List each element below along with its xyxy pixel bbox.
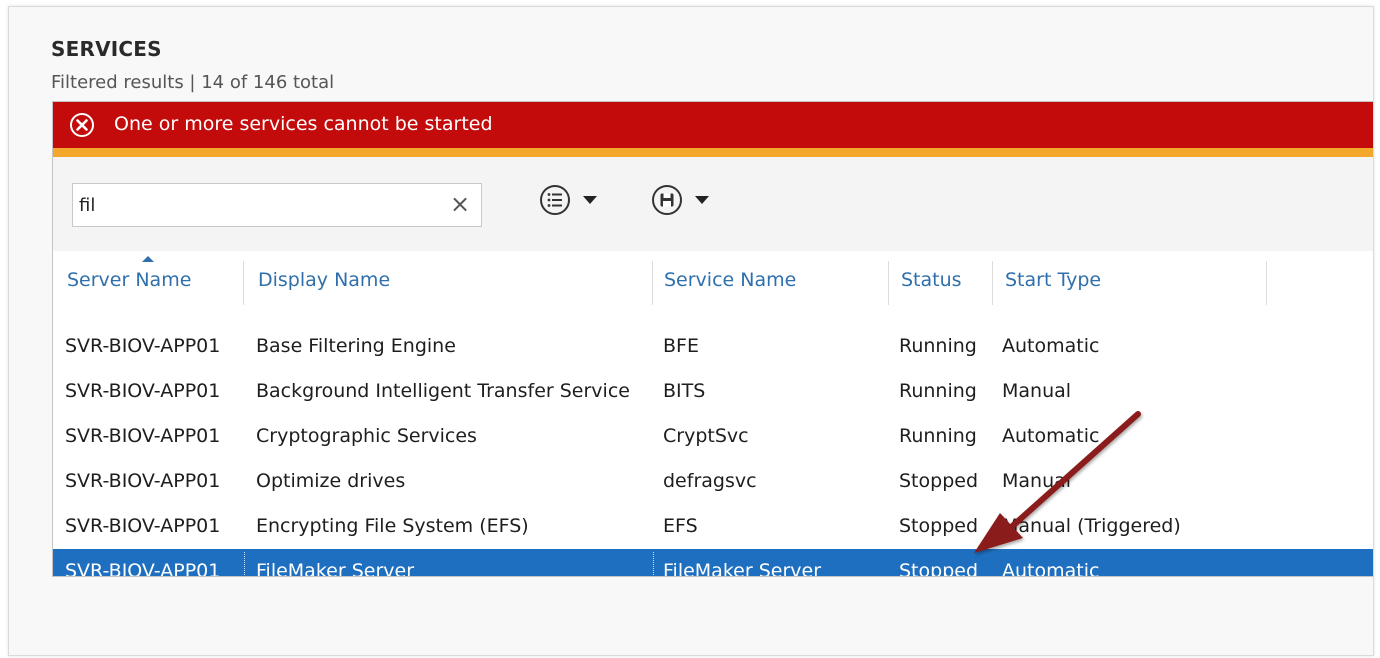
cell-display-name: Base Filtering Engine (256, 335, 456, 357)
filter-box: × (72, 183, 482, 227)
save-options-button[interactable] (650, 181, 720, 219)
table-row[interactable]: SVR-BIOV-APP01 Encrypting File System (E… (53, 504, 1373, 549)
column-header-start-type[interactable]: Start Type (1005, 259, 1101, 301)
view-options-button[interactable] (538, 181, 608, 219)
table-header: Server Name Display Name Service Name St… (53, 251, 1373, 311)
column-divider[interactable] (1266, 261, 1267, 305)
cell-service-name: CryptSvc (663, 425, 749, 447)
table-row[interactable]: SVR-BIOV-APP01 Cryptographic Services Cr… (53, 414, 1373, 459)
warning-stripe (53, 148, 1373, 157)
table-row-selected[interactable]: SVR-BIOV-APP01 FileMaker Server FileMake… (53, 549, 1373, 577)
focus-outline (244, 552, 245, 576)
cell-start-type: Manual (Triggered) (1002, 515, 1181, 537)
column-header-status[interactable]: Status (901, 259, 962, 301)
cell-server-name: SVR-BIOV-APP01 (65, 425, 221, 447)
column-header-service-name[interactable]: Service Name (664, 259, 796, 301)
cell-status: Running (899, 335, 977, 357)
cell-start-type: Automatic (1002, 560, 1100, 577)
clear-filter-icon[interactable]: × (449, 191, 471, 217)
cell-service-name: BITS (663, 380, 706, 402)
chevron-down-icon (695, 196, 709, 204)
filter-input[interactable] (73, 184, 443, 226)
cell-server-name: SVR-BIOV-APP01 (65, 515, 221, 537)
error-message: One or more services cannot be started (114, 113, 493, 135)
cell-start-type: Automatic (1002, 335, 1100, 357)
cell-server-name: SVR-BIOV-APP01 (65, 560, 221, 577)
error-banner[interactable]: One or more services cannot be started (53, 102, 1373, 148)
cell-status: Stopped (899, 515, 979, 537)
column-divider[interactable] (888, 261, 889, 305)
error-circle-x-icon (69, 112, 95, 138)
cell-display-name: FileMaker Server (256, 560, 415, 577)
cell-display-name: Optimize drives (256, 470, 406, 492)
list-icon (540, 185, 570, 215)
results-count: Filtered results | 14 of 146 total (51, 72, 335, 93)
table-row[interactable]: SVR-BIOV-APP01 Optimize drives defragsvc… (53, 459, 1373, 504)
services-panel: One or more services cannot be started × (52, 101, 1373, 577)
cell-server-name: SVR-BIOV-APP01 (65, 380, 221, 402)
table-row[interactable]: SVR-BIOV-APP01 Base Filtering Engine BFE… (53, 324, 1373, 369)
column-divider[interactable] (652, 261, 653, 305)
cell-start-type: Manual (1002, 470, 1072, 492)
table-row[interactable]: SVR-BIOV-APP01 Background Intelligent Tr… (53, 369, 1373, 414)
column-header-display-name[interactable]: Display Name (258, 259, 390, 301)
cell-display-name: Cryptographic Services (256, 425, 477, 447)
cell-status: Stopped (899, 560, 979, 577)
page-title: SERVICES (51, 37, 162, 61)
column-divider[interactable] (243, 261, 244, 305)
cell-status: Running (899, 380, 977, 402)
cell-status: Running (899, 425, 977, 447)
services-window: SERVICES Filtered results | 14 of 146 to… (8, 6, 1374, 656)
save-icon (652, 185, 682, 215)
cell-server-name: SVR-BIOV-APP01 (65, 335, 221, 357)
cell-service-name: defragsvc (663, 470, 757, 492)
cell-display-name: Background Intelligent Transfer Service (256, 380, 630, 402)
cell-start-type: Automatic (1002, 425, 1100, 447)
cell-start-type: Manual (1002, 380, 1072, 402)
chevron-down-icon (583, 196, 597, 204)
focus-outline (653, 552, 654, 576)
column-header-server-name[interactable]: Server Name (67, 259, 191, 301)
cell-server-name: SVR-BIOV-APP01 (65, 470, 221, 492)
cell-display-name: Encrypting File System (EFS) (256, 515, 529, 537)
cell-service-name: FileMaker Server (663, 560, 822, 577)
toolbar: × (53, 157, 1373, 251)
column-divider[interactable] (992, 261, 993, 305)
cell-service-name: BFE (663, 335, 699, 357)
cell-status: Stopped (899, 470, 979, 492)
cell-service-name: EFS (663, 515, 698, 537)
